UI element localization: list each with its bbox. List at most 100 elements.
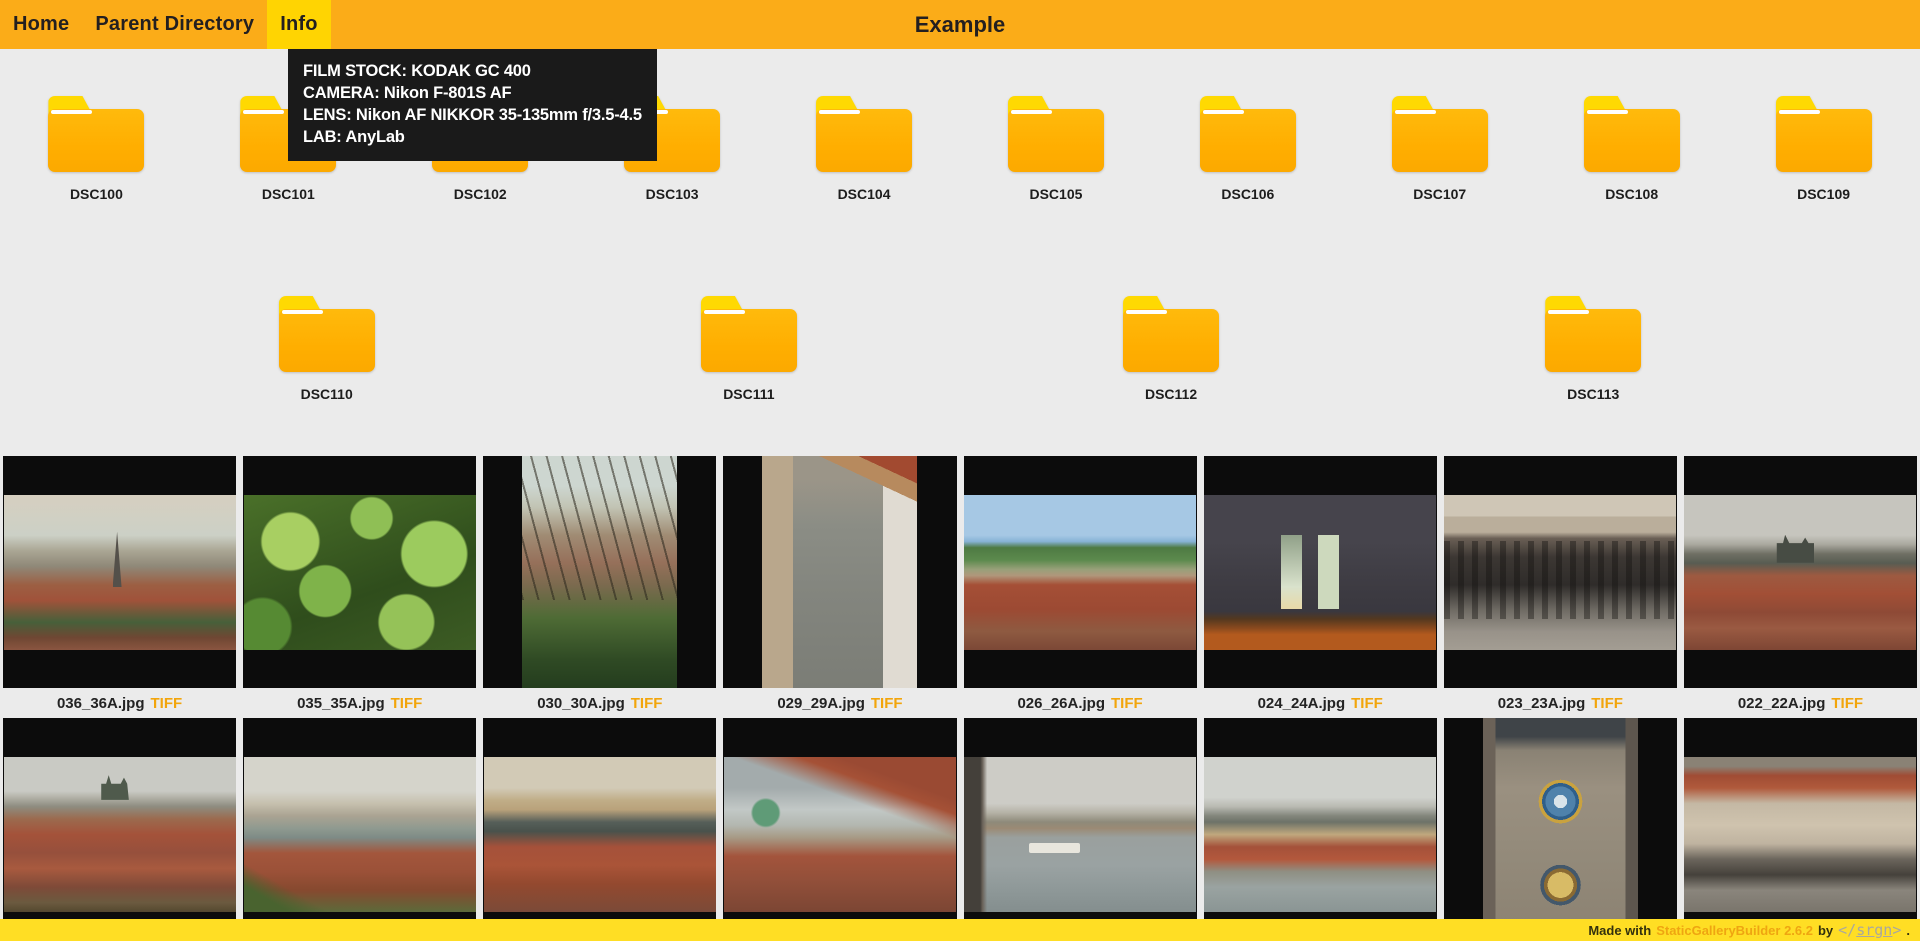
footer-bar: Made with StaticGalleryBuilder 2.6.2 by … [0,919,1920,941]
photo-image [723,756,956,912]
thumbnail-row2-3[interactable] [483,718,717,941]
folder-label: DSC105 [1029,186,1083,202]
gallery-cell [1443,718,1677,941]
folder-icon [1775,96,1872,172]
photo-image [483,756,716,912]
folder-dsc106[interactable]: DSC106 [1152,49,1343,249]
photo-image [1204,756,1437,912]
folder-dsc109[interactable]: DSC109 [1728,49,1919,249]
image-grid: 036_36A.jpg TIFF 035_35A.jpg TIFF 030_30A.… [0,456,1920,941]
gallery-cell [483,718,717,941]
thumbnail-022-22a[interactable] [1683,456,1917,688]
folder-dsc108[interactable]: DSC108 [1536,49,1727,249]
folder-label: DSC112 [1144,386,1198,402]
tiff-link[interactable]: TIFF [1831,695,1863,712]
folder-icon [700,296,797,372]
thumbnail-row2-4[interactable] [723,718,957,941]
tiff-link[interactable]: TIFF [631,695,663,712]
thumbnail-row2-6[interactable] [1203,718,1437,941]
tiff-link[interactable]: TIFF [1351,695,1383,712]
folder-icon [1545,296,1642,372]
folder-label: DSC108 [1605,186,1659,202]
thumbnail-row2-7[interactable] [1443,718,1677,941]
gallery-cell [1203,718,1437,941]
folder-label: DSC111 [723,386,775,402]
folder-icon [1583,96,1680,172]
folder-dsc100[interactable]: DSC100 [1,49,192,249]
footer-made-with-text: Made with [1588,922,1652,938]
gallery-cell [723,718,957,941]
gallery-cell: 026_26A.jpg TIFF [963,456,1197,718]
gallery-cell: 022_22A.jpg TIFF [1683,456,1917,718]
folder-label: DSC113 [1567,386,1620,402]
gallery-cell: 035_35A.jpg TIFF [243,456,477,718]
gallery-cell [3,718,237,941]
photo-image [243,494,476,650]
thumbnail-024-24a[interactable] [1203,456,1437,688]
tooltip-line-camera: CAMERA: Nikon F-801S AF [303,84,512,102]
thumbnail-029-29a[interactable] [723,456,957,688]
thumbnail-row2-2[interactable] [243,718,477,941]
folder-dsc112[interactable]: DSC112 [1076,249,1267,449]
gallery-cell [963,718,1197,941]
thumbnail-035-35a[interactable] [243,456,477,688]
photo-image [1204,494,1437,650]
photo-image [522,456,678,688]
tiff-link[interactable]: TIFF [391,695,423,712]
photo-image [3,494,236,650]
tiff-link[interactable]: TIFF [151,695,183,712]
thumbnail-036-36a[interactable] [3,456,237,688]
photo-image [3,756,236,912]
folder-icon [278,296,375,372]
srgn-logo-link[interactable]: </srgn> [1838,921,1901,939]
thumbnail-row2-8[interactable] [1683,718,1917,941]
nav-item-parent-directory[interactable]: Parent Directory [82,0,267,49]
thumbnail-030-30a[interactable] [483,456,717,688]
tooltip-line-lens: LENS: Nikon AF NIKKOR 35-135mm f/3.5-4.5 [303,106,642,124]
thumbnail-row2-5[interactable] [963,718,1197,941]
top-nav-bar: Home Parent Directory Info Example [0,0,1920,49]
thumbnail-row2-1[interactable] [3,718,237,941]
gallery-cell: 036_36A.jpg TIFF [3,456,237,718]
thumbnail-023-23a[interactable] [1443,456,1677,688]
photo-image [762,456,918,688]
folder-icon [816,96,913,172]
folder-dsc105[interactable]: DSC105 [960,49,1151,249]
nav-item-info[interactable]: Info [267,0,331,49]
image-filename: 026_26A.jpg [1017,694,1105,712]
image-filename: 023_23A.jpg [1497,694,1586,712]
tiff-link[interactable]: TIFF [1111,695,1143,712]
folder-dsc111[interactable]: DSC111 [653,249,844,449]
image-filename: 035_35A.jpg [297,694,385,712]
folder-icon [1007,96,1104,172]
photo-image [243,756,476,912]
page-title: Example [914,11,1006,37]
folder-label: DSC102 [453,186,507,202]
gallery-cell: 024_24A.jpg TIFF [1203,456,1437,718]
image-filename: 022_22A.jpg [1737,694,1826,712]
tiff-link[interactable]: TIFF [1591,695,1623,712]
gallery-cell [1683,718,1917,941]
tooltip-line-lab: LAB: AnyLab [303,128,405,146]
folder-label: DSC106 [1221,186,1275,202]
info-tooltip: FILM STOCK: KODAK GC 400 CAMERA: Nikon F… [288,49,657,161]
folder-label: DSC101 [261,186,315,202]
builder-link[interactable]: StaticGalleryBuilder 2.6.2 [1656,923,1813,938]
folder-icon [48,96,145,172]
thumbnail-026-26a[interactable] [963,456,1197,688]
folder-dsc113[interactable]: DSC113 [1498,249,1689,449]
gallery-cell [243,718,477,941]
photo-image [1684,756,1917,912]
folder-dsc107[interactable]: DSC107 [1344,49,1535,249]
folder-label: DSC103 [645,186,699,202]
tooltip-line-film-stock: FILM STOCK: KODAK GC 400 [303,62,531,80]
nav-item-home[interactable]: Home [0,0,82,49]
folder-label: DSC100 [69,186,123,202]
gallery-cell: 030_30A.jpg TIFF [483,456,717,718]
image-filename: 029_29A.jpg [777,694,865,712]
folder-dsc110[interactable]: DSC110 [231,249,422,449]
folder-dsc104[interactable]: DSC104 [769,49,960,249]
folder-label: DSC104 [837,186,891,202]
folder-label: DSC109 [1797,186,1851,202]
tiff-link[interactable]: TIFF [871,695,903,712]
